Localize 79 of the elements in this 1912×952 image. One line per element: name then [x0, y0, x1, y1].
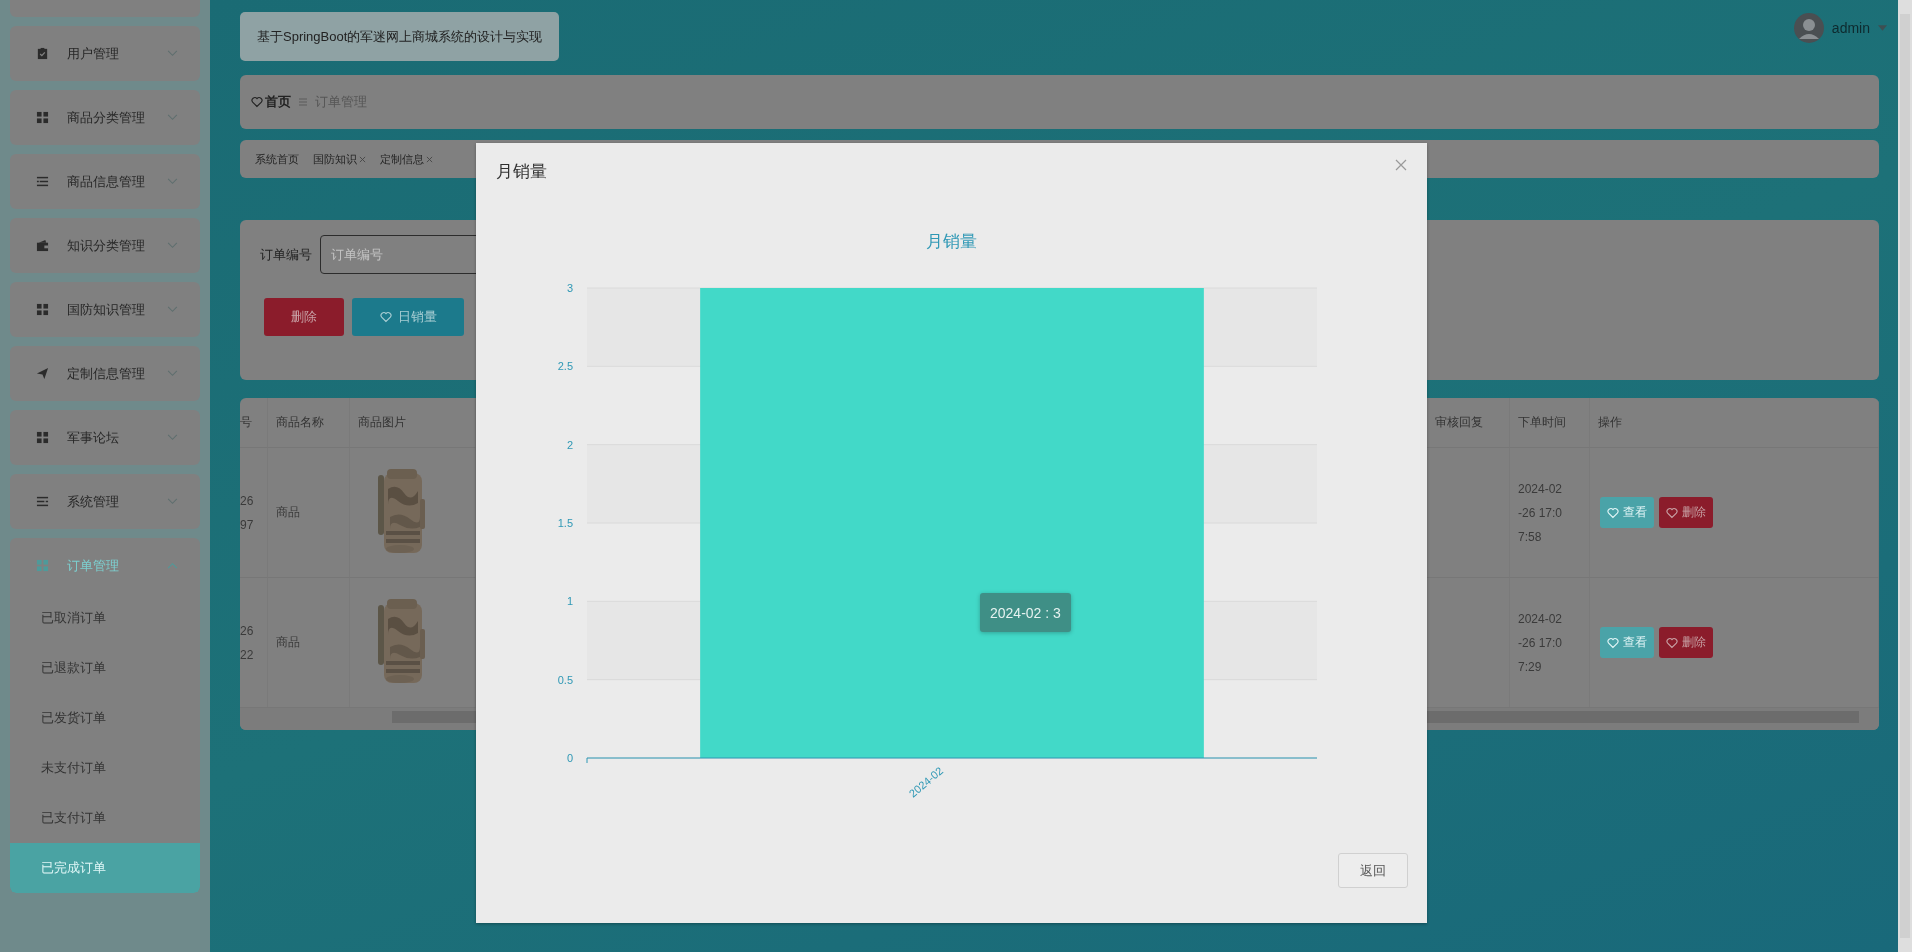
menu-item[interactable]: 知识分类管理 [10, 218, 200, 273]
chart-title: 月销量 [925, 232, 977, 251]
table-cell-text: 2024-02-26 17:07:29 [1518, 610, 1564, 676]
wallet-icon [36, 239, 49, 252]
y-tick-label: 0.5 [557, 673, 573, 686]
y-tick-label: 0 [566, 752, 573, 764]
field-label: 订单编号 [260, 245, 312, 264]
heart-icon [1607, 506, 1619, 519]
breadcrumb-link[interactable]: 首页 [251, 93, 291, 111]
chevron-up-icon [167, 562, 178, 569]
submenu-item[interactable]: 未支付订单 [10, 743, 200, 793]
column-header: 商品名称 [268, 398, 350, 447]
chevron-down-icon [167, 370, 178, 377]
tab-tag[interactable]: 系统首页 [255, 151, 299, 167]
delete-button[interactable]: 删除 [264, 298, 344, 336]
submenu-item[interactable]: 已取消订单 [10, 593, 200, 643]
submenu-item[interactable]: 已退款订单 [10, 643, 200, 693]
chevron-down-icon [167, 498, 178, 505]
menu-item[interactable]: 国防知识管理 [10, 282, 200, 337]
table-cell: 商品 [276, 504, 300, 521]
grid-icon [36, 111, 49, 124]
y-tick-label: 2 [566, 438, 573, 451]
submenu-item[interactable]: 已完成订单 [10, 843, 200, 893]
delete-button[interactable]: 删除 [1659, 627, 1713, 658]
close-icon[interactable] [426, 155, 433, 163]
column-header: 号 [240, 398, 268, 447]
menu-item[interactable]: 商品信息管理 [10, 154, 200, 209]
menu-item[interactable]: 军事论坛 [10, 410, 200, 465]
grid-icon [36, 303, 49, 316]
y-tick-label: 2.5 [557, 360, 573, 373]
heart-icon [251, 96, 263, 108]
vertical-scrollbar[interactable] [1898, 0, 1912, 952]
chevron-down-icon [167, 178, 178, 185]
menu-item[interactable]: 定制信息管理 [10, 346, 200, 401]
menu-item[interactable]: 订单管理 [10, 538, 200, 593]
list-icon [36, 175, 49, 188]
menu-item[interactable]: 系统管理 [10, 474, 200, 529]
heart-icon [1607, 636, 1619, 649]
view-button[interactable]: 查看 [1600, 497, 1654, 528]
list-icon [36, 495, 49, 508]
chevron-down-icon [167, 114, 178, 121]
submenu-item[interactable]: 已发货订单 [10, 693, 200, 743]
clipboard-icon [36, 47, 49, 60]
delete-button[interactable]: 删除 [1659, 497, 1713, 528]
back-button[interactable]: 返回 [1338, 853, 1408, 888]
avatar-icon [1793, 13, 1824, 43]
chevron-down-icon [167, 306, 178, 313]
y-tick-label: 1 [566, 595, 573, 608]
heart-icon [1666, 506, 1678, 519]
tab-tag[interactable]: 定制信息 [380, 151, 433, 167]
column-header: 操作 [1590, 398, 1879, 447]
system-title: 基于SpringBoot的军迷网上商城系统的设计与实现 [240, 12, 560, 61]
heart-icon [379, 311, 392, 323]
daily-sales-button[interactable]: 日销量 [352, 298, 464, 336]
menu-item[interactable]: 商品分类管理 [10, 90, 200, 145]
view-button[interactable]: 查看 [1600, 627, 1654, 658]
grid-icon [36, 559, 49, 572]
paper-plane-icon [36, 367, 49, 380]
tab-tag[interactable]: 国防知识 [313, 151, 366, 167]
chart-tooltip: 2024-02 : 3 [980, 593, 1071, 632]
close-icon[interactable] [359, 155, 366, 163]
grid-icon [36, 431, 49, 444]
menu-item[interactable]: 用户管理 [10, 26, 200, 81]
chevron-down-icon [167, 50, 178, 57]
y-tick-label: 3 [566, 282, 573, 294]
column-header: 下单时间 [1510, 398, 1590, 447]
submenu-item[interactable]: 已支付订单 [10, 793, 200, 843]
dialog-title: 月销量 [496, 161, 547, 183]
chevron-down-icon [167, 434, 178, 441]
chevron-down-icon [167, 242, 178, 249]
close-icon[interactable] [1395, 158, 1407, 171]
user-name[interactable]: admin [1831, 20, 1870, 36]
table-cell-text: 2024-02-26 17:07:58 [1518, 480, 1564, 546]
y-tick-label: 1.5 [557, 517, 573, 529]
heart-icon [1666, 636, 1678, 649]
table-cell: 商品 [276, 634, 300, 651]
table-cell-text: 2697 [240, 492, 255, 534]
caret-icon[interactable] [1878, 25, 1887, 31]
table-cell-text: 2622 [240, 622, 255, 664]
